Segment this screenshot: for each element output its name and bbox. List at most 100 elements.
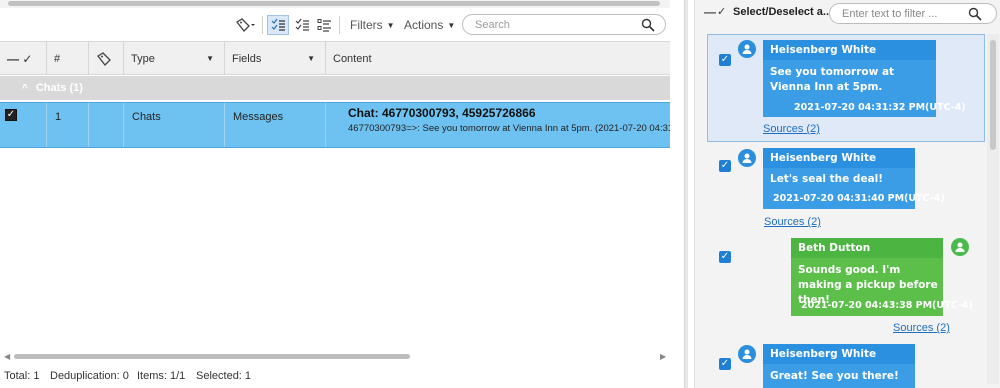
chat-message[interactable]: ✓ Heisenberg White See you tomorrow at V… <box>707 34 985 142</box>
caret-down-icon[interactable]: ▼ <box>307 54 315 63</box>
message-time: 2021-07-20 04:31:40 PM(UTC-4) <box>773 193 945 204</box>
select-deselect-label[interactable]: Select/Deselect a... <box>733 6 832 18</box>
user-icon <box>742 153 752 163</box>
select-all-icon[interactable]: ✓ <box>717 5 726 18</box>
fields-column-header[interactable]: Fields ▼ <box>225 42 326 75</box>
sources-link[interactable]: Sources (2) <box>764 216 821 228</box>
chat-preview-pane: — ✓ Select/Deselect a... ✓ Heisenberg Wh… <box>694 0 1000 388</box>
view-checklist-button[interactable] <box>292 15 312 35</box>
select-all-column[interactable]: — ✓ <box>0 42 47 75</box>
message-bubble: Heisenberg White Great! See you there! <box>763 344 915 388</box>
sources-link[interactable]: Sources (2) <box>763 123 820 135</box>
tag-icon <box>236 18 255 32</box>
message-checkbox[interactable]: ✓ <box>719 54 731 66</box>
row-fields: Messages <box>233 111 284 123</box>
search-icon[interactable] <box>641 18 655 32</box>
sender-name: Heisenberg White <box>763 40 936 60</box>
chat-message[interactable]: ✓ Beth Dutton Sounds good. I'm making a … <box>707 236 985 338</box>
message-time: 2021-07-20 04:31:32 PM(UTC-4) <box>794 102 966 113</box>
table-row[interactable]: ✓ 1 Chats Messages Chat: 46770300793, 45… <box>0 102 670 148</box>
user-icon <box>742 44 752 54</box>
message-text: Great! See you there! <box>770 370 899 382</box>
tag-dropdown-button[interactable] <box>232 15 258 35</box>
pane-splitter[interactable] <box>684 0 688 388</box>
message-checkbox[interactable]: ✓ <box>719 160 731 172</box>
user-icon <box>742 349 752 359</box>
number-column-header[interactable]: # <box>47 42 89 75</box>
message-bubble: Beth Dutton Sounds good. I'm making a pi… <box>791 238 973 316</box>
group-row-chats[interactable]: ^ Chats (1) <box>0 76 670 100</box>
results-grid-pane: Filters▼ Actions▼ — ✓ # Type▼ Fields▼ Co… <box>0 0 670 388</box>
tag-icon <box>97 51 111 66</box>
message-checkbox[interactable]: ✓ <box>719 358 731 370</box>
chat-filter-input[interactable] <box>842 7 962 20</box>
caret-down-icon[interactable]: ▼ <box>206 54 214 63</box>
avatar <box>738 40 756 58</box>
row-tag-cell <box>89 103 124 147</box>
row-select-cell[interactable]: ✓ <box>0 103 47 147</box>
status-total: Total: 1 <box>4 370 40 382</box>
toolbar-separator <box>339 16 340 34</box>
message-time: 2021-07-20 04:43:38 PM(UTC-4) <box>801 300 973 311</box>
row-type: Chats <box>132 111 161 123</box>
chat-pane-header: — ✓ Select/Deselect a... <box>695 0 1000 26</box>
caret-down-icon: ▼ <box>386 20 395 30</box>
top-horizontal-scrollbar[interactable] <box>0 0 670 8</box>
grid-toolbar: Filters ▼ Actions ▼ <box>0 12 670 40</box>
scroll-thumb[interactable] <box>14 354 410 359</box>
message-checkbox[interactable]: ✓ <box>719 251 731 263</box>
deselect-all-icon[interactable]: — <box>704 5 716 19</box>
chat-message[interactable]: ✓ Heisenberg White Great! See you there! <box>707 342 985 388</box>
select-column-header: — ✓ <box>7 51 33 66</box>
number-header-label: # <box>54 52 61 65</box>
status-items: Items: 1/1 <box>137 370 186 382</box>
sender-name: Beth Dutton <box>791 238 943 258</box>
grid-search-box[interactable] <box>462 14 666 35</box>
message-bubble: Heisenberg White Let's seal the deal! 20… <box>763 148 945 209</box>
search-icon[interactable] <box>968 7 982 21</box>
bottom-horizontal-scrollbar[interactable]: ◀ ▶ <box>0 351 670 363</box>
status-bar: Total: 1 Deduplication: 0 Items: 1/1 Sel… <box>0 367 670 387</box>
view-list-checked-button[interactable] <box>267 15 289 35</box>
avatar <box>738 345 756 363</box>
row-fields-cell: Messages <box>225 103 326 147</box>
group-label: Chats (1) <box>35 82 83 94</box>
sender-name: Heisenberg White <box>763 344 915 364</box>
row-type-cell: Chats <box>124 103 225 147</box>
scroll-thumb[interactable] <box>8 1 660 6</box>
scroll-thumb[interactable] <box>990 40 996 150</box>
toolbar-separator <box>262 16 263 34</box>
tag-column-header[interactable] <box>89 42 124 75</box>
view-details-button[interactable] <box>314 15 334 35</box>
content-body: 46770300793=>: See you tomorrow at Vienn… <box>348 123 670 134</box>
search-input[interactable] <box>475 18 625 31</box>
chat-vertical-scrollbar[interactable] <box>987 34 999 384</box>
chevron-up-icon[interactable]: ^ <box>22 83 28 94</box>
actions-label: Actions <box>404 18 444 32</box>
filters-label: Filters <box>350 18 383 32</box>
checklist-icon <box>271 18 285 31</box>
type-header-label: Type <box>131 52 155 65</box>
list-details-icon <box>317 19 331 32</box>
sender-name: Heisenberg White <box>763 148 915 168</box>
scroll-right-icon[interactable]: ▶ <box>660 352 666 361</box>
avatar <box>951 238 969 256</box>
type-column-header[interactable]: Type ▼ <box>124 42 225 75</box>
status-deduplication: Deduplication: 0 <box>50 370 129 382</box>
content-column-header[interactable]: Content <box>326 42 670 75</box>
scroll-left-icon[interactable]: ◀ <box>4 352 10 361</box>
actions-menu[interactable]: Actions ▼ <box>404 16 455 34</box>
chat-filter-box[interactable] <box>829 3 997 24</box>
fields-header-label: Fields <box>232 52 262 65</box>
sources-link[interactable]: Sources (2) <box>893 322 950 334</box>
row-checkbox[interactable]: ✓ <box>5 109 17 121</box>
row-number-cell: 1 <box>47 103 89 147</box>
content-title: Chat: 46770300793, 45925726866 <box>348 106 536 120</box>
message-text: Let's seal the deal! <box>770 173 884 185</box>
chat-message[interactable]: ✓ Heisenberg White Let's seal the deal! … <box>707 146 985 234</box>
filters-menu[interactable]: Filters ▼ <box>350 16 395 34</box>
message-bubble: Heisenberg White See you tomorrow at Vie… <box>763 40 966 117</box>
caret-down-icon: ▼ <box>447 20 456 30</box>
grid-header: — ✓ # Type ▼ Fields ▼ Content <box>0 41 670 75</box>
content-header-label: Content <box>333 52 372 65</box>
